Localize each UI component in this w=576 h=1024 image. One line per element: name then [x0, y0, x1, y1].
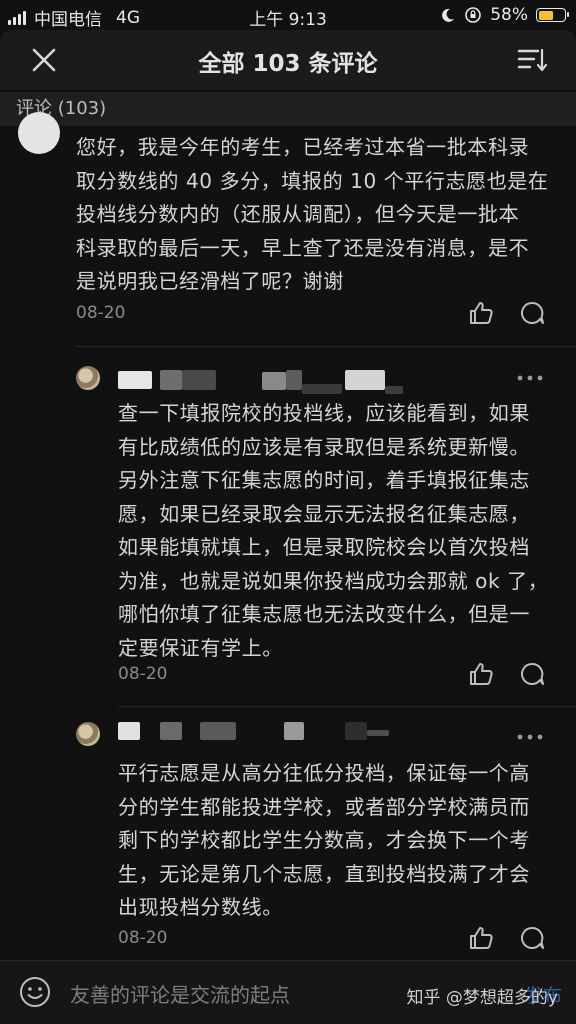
page-title: 全部 103 条评论: [198, 51, 378, 77]
like-icon[interactable]: [467, 299, 495, 327]
avatar[interactable]: [18, 112, 60, 154]
reply-icon[interactable]: [518, 924, 546, 952]
comment-input-bar: 友善的评论是交流的起点 发布 知乎 @梦想超多的y: [0, 960, 576, 1024]
comment-line: 平行志愿是从高分往低分投档，保证每一个高: [118, 761, 530, 785]
comment-line: 定要保证有学上。: [118, 635, 283, 660]
reply-icon[interactable]: [518, 299, 546, 327]
comment-date: 08-20: [118, 928, 168, 948]
comment-text: 您好，我是今年的考生，已经考过本省一批本科录 取分数线的 40 多分，填报的 1…: [76, 131, 556, 299]
battery-percent: 58%: [490, 5, 528, 25]
more-options-icon[interactable]: [516, 732, 544, 742]
battery-icon: [536, 8, 569, 22]
section-label: 评论 (103): [0, 92, 576, 126]
sort-icon[interactable]: [516, 44, 548, 76]
comment-input[interactable]: 友善的评论是交流的起点: [70, 979, 290, 1008]
like-icon[interactable]: [467, 924, 495, 952]
comment-line: 取分数线的 40 多分，填报的 10 个平行志愿也是在: [76, 168, 549, 193]
comment-line: 投档线分数内的（还服从调配），但今天是一批本: [76, 202, 520, 226]
comment-line: 生，无论是第几个志愿，直到投档投满了才会: [118, 861, 530, 886]
avatar[interactable]: [76, 722, 100, 746]
comment-line: 为准，也就是说如果你投档成功会那就 ok 了，: [118, 568, 549, 593]
reply-icon[interactable]: [518, 660, 546, 688]
comment-line: 另外注意下征集志愿的时间，着手填报征集志: [118, 468, 530, 492]
divider: [76, 346, 576, 347]
comment-line: 您好，我是今年的考生，已经考过本省一批本科录: [76, 135, 530, 159]
comment-date: 08-20: [118, 664, 168, 684]
comment-line: 有比成绩低的应该是有录取但是系统更新慢。: [118, 434, 530, 459]
comment-text: 平行志愿是从高分往低分投档，保证每一个高 分的学生都能投进学校，或者部分学校满员…: [118, 757, 568, 925]
comments-header: 全部 103 条评论: [0, 30, 576, 90]
comment-line: 愿，如果已经录取会显示无法报名征集志愿，: [118, 501, 530, 526]
moon-icon: [442, 8, 455, 22]
comment-line: 是说明我已经滑档了呢？谢谢: [76, 269, 344, 293]
watermark: 知乎 @梦想超多的y: [406, 988, 558, 1008]
comment-line: 查一下填报院校的投档线，应该能看到，如果: [118, 401, 530, 425]
comment-line: 剩下的学校都比学生分数高，才会换下一个考: [118, 828, 530, 852]
emoji-icon[interactable]: [18, 975, 52, 1009]
comment-line: 出现投档分数线。: [118, 895, 283, 919]
more-options-icon[interactable]: [516, 373, 544, 383]
comment-line: 分的学生都能投进学校，或者部分学校满员而: [118, 794, 530, 819]
avatar[interactable]: [76, 366, 100, 390]
orientation-lock-icon: [465, 7, 482, 23]
comment-line: 科录取的最后一天，早上查了还是没有消息，是不: [76, 235, 530, 260]
comment-text: 查一下填报院校的投档线，应该能看到，如果 有比成绩低的应该是有录取但是系统更新慢…: [118, 397, 568, 665]
like-icon[interactable]: [467, 660, 495, 688]
comment-line: 哪怕你填了征集志愿也无法改变什么，但是一: [118, 602, 530, 626]
comment-line: 如果能填就填上，但是录取院校会以首次投档: [118, 535, 530, 559]
status-bar: 中国电信 4G 上午 9:13 58%: [0, 0, 576, 30]
divider: [118, 706, 576, 707]
comment-date: 08-20: [76, 303, 126, 323]
status-right: 58%: [440, 5, 569, 25]
